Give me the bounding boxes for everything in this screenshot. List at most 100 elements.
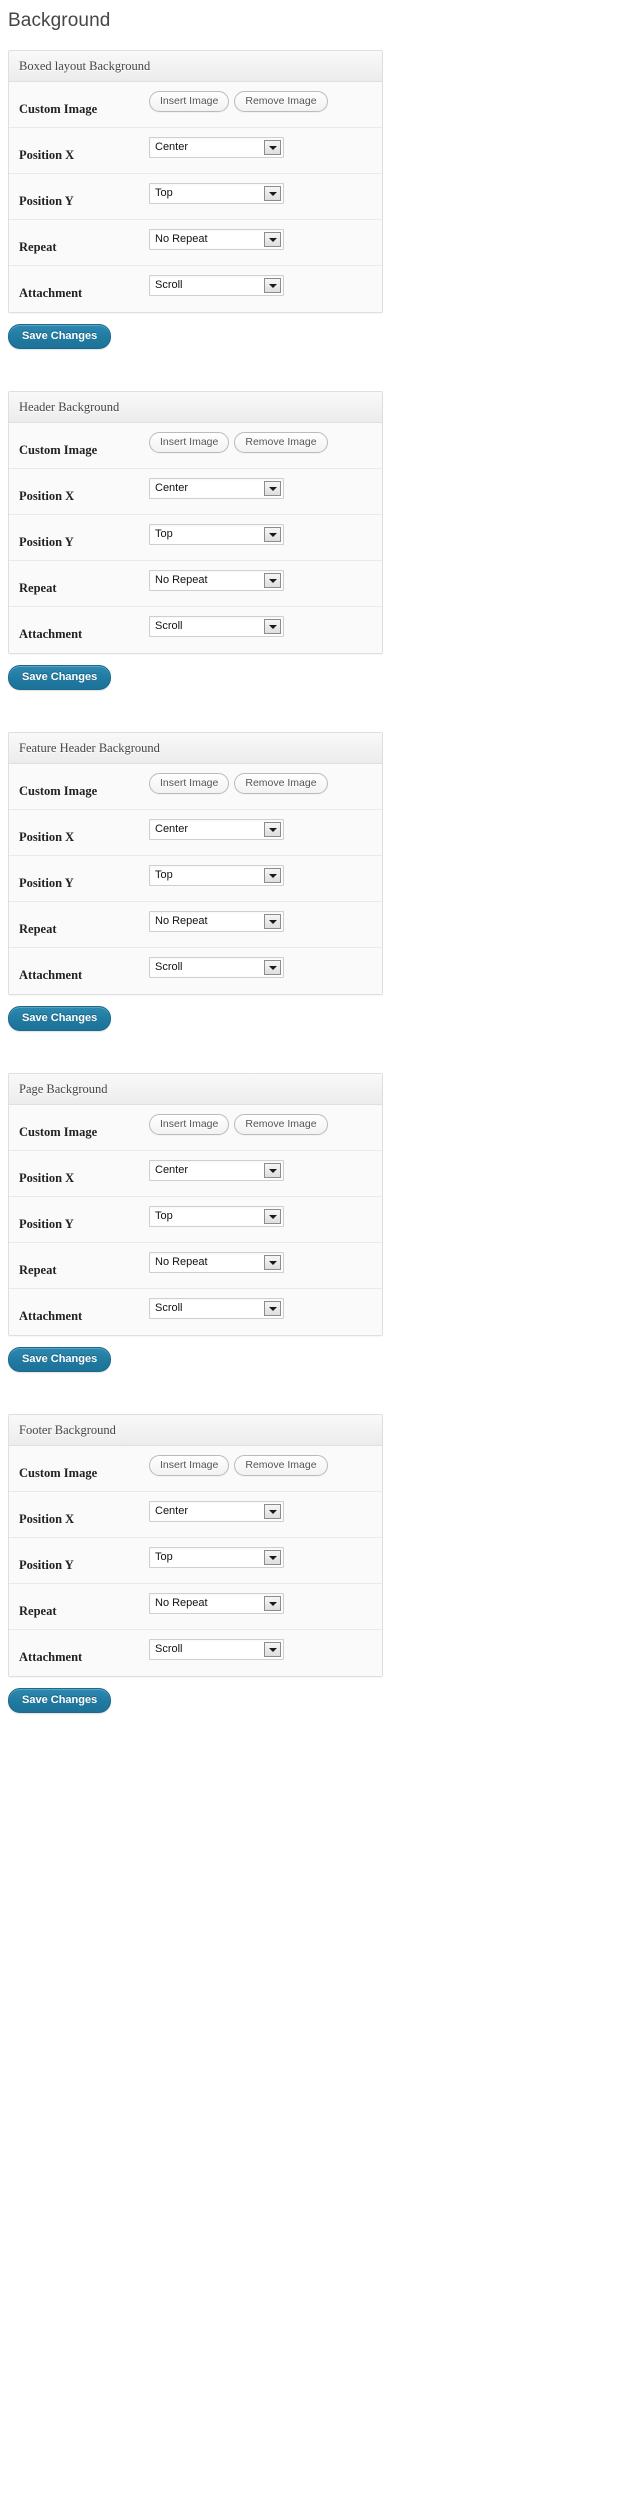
position-y-select[interactable]: Top <box>149 1206 284 1227</box>
chevron-down-icon[interactable] <box>264 186 281 201</box>
settings-panel: Footer Background Custom Image Insert Im… <box>8 1414 383 1677</box>
position-y-select[interactable]: Top <box>149 865 284 886</box>
select-value: No Repeat <box>155 233 208 245</box>
position-x-select[interactable]: Center <box>149 1501 284 1522</box>
select-value: Scroll <box>155 961 183 973</box>
attachment-select[interactable]: Scroll <box>149 957 284 978</box>
panel-header: Footer Background <box>9 1415 382 1446</box>
row-attachment: Attachment Scroll <box>9 607 382 653</box>
row-field: Scroll <box>149 607 382 647</box>
chevron-down-icon[interactable] <box>264 232 281 247</box>
row-field: Top <box>149 1197 382 1237</box>
row-attachment: Attachment Scroll <box>9 948 382 994</box>
attachment-select[interactable]: Scroll <box>149 275 284 296</box>
select-value: No Repeat <box>155 915 208 927</box>
remove-image-button[interactable]: Remove Image <box>234 432 328 453</box>
row-field: Center <box>149 469 382 509</box>
repeat-select[interactable]: No Repeat <box>149 570 284 591</box>
row-field: Insert Image Remove Image <box>149 764 382 804</box>
row-field: Insert Image Remove Image <box>149 423 382 463</box>
settings-panel: Page Background Custom Image Insert Imag… <box>8 1073 383 1336</box>
row-label: Position X <box>19 1512 75 1526</box>
position-y-select[interactable]: Top <box>149 1547 284 1568</box>
row-label: Attachment <box>19 627 83 641</box>
insert-image-button[interactable]: Insert Image <box>149 1455 230 1476</box>
repeat-select[interactable]: No Repeat <box>149 1593 284 1614</box>
chevron-down-icon[interactable] <box>264 619 281 634</box>
row-label: Custom Image <box>19 784 98 798</box>
select-value: No Repeat <box>155 1597 208 1609</box>
row-repeat: Repeat No Repeat <box>9 902 382 948</box>
chevron-down-icon[interactable] <box>264 573 281 588</box>
row-position-y: Position Y Top <box>9 1197 382 1243</box>
position-x-select[interactable]: Center <box>149 819 284 840</box>
select-value: Top <box>155 1551 173 1563</box>
panel-header: Boxed layout Background <box>9 51 382 82</box>
row-custom-image: Custom Image Insert Image Remove Image <box>9 423 382 469</box>
settings-panel: Feature Header Background Custom Image I… <box>8 732 383 995</box>
attachment-select[interactable]: Scroll <box>149 616 284 637</box>
insert-image-button[interactable]: Insert Image <box>149 1114 230 1135</box>
row-label: Repeat <box>19 922 57 936</box>
select-value: Scroll <box>155 1302 183 1314</box>
repeat-select[interactable]: No Repeat <box>149 1252 284 1273</box>
chevron-down-icon[interactable] <box>264 1209 281 1224</box>
chevron-down-icon[interactable] <box>264 527 281 542</box>
row-label: Position Y <box>19 194 74 208</box>
save-changes-button[interactable]: Save Changes <box>8 1347 112 1372</box>
remove-image-button[interactable]: Remove Image <box>234 1114 328 1135</box>
repeat-select[interactable]: No Repeat <box>149 911 284 932</box>
insert-image-button[interactable]: Insert Image <box>149 432 230 453</box>
chevron-down-icon[interactable] <box>264 1255 281 1270</box>
remove-image-button[interactable]: Remove Image <box>234 773 328 794</box>
row-position-y: Position Y Top <box>9 174 382 220</box>
chevron-down-icon[interactable] <box>264 1550 281 1565</box>
insert-image-button[interactable]: Insert Image <box>149 91 230 112</box>
attachment-select[interactable]: Scroll <box>149 1298 284 1319</box>
position-x-select[interactable]: Center <box>149 1160 284 1181</box>
row-field: No Repeat <box>149 220 382 260</box>
row-label: Attachment <box>19 286 83 300</box>
remove-image-button[interactable]: Remove Image <box>234 1455 328 1476</box>
chevron-down-icon[interactable] <box>264 140 281 155</box>
panel-header: Header Background <box>9 392 382 423</box>
chevron-down-icon[interactable] <box>264 822 281 837</box>
row-attachment: Attachment Scroll <box>9 1289 382 1335</box>
chevron-down-icon[interactable] <box>264 960 281 975</box>
chevron-down-icon[interactable] <box>264 1596 281 1611</box>
chevron-down-icon[interactable] <box>264 914 281 929</box>
row-label: Position Y <box>19 876 74 890</box>
save-changes-button[interactable]: Save Changes <box>8 665 112 690</box>
row-field: Top <box>149 515 382 555</box>
row-custom-image: Custom Image Insert Image Remove Image <box>9 764 382 810</box>
save-changes-button[interactable]: Save Changes <box>8 1688 112 1713</box>
select-value: Center <box>155 1164 189 1176</box>
position-x-select[interactable]: Center <box>149 137 284 158</box>
remove-image-button[interactable]: Remove Image <box>234 91 328 112</box>
panel-header: Feature Header Background <box>9 733 382 764</box>
chevron-down-icon[interactable] <box>264 1301 281 1316</box>
save-changes-button[interactable]: Save Changes <box>8 1006 112 1031</box>
settings-panel: Header Background Custom Image Insert Im… <box>8 391 383 654</box>
attachment-select[interactable]: Scroll <box>149 1639 284 1660</box>
position-y-select[interactable]: Top <box>149 183 284 204</box>
select-value: Top <box>155 187 173 199</box>
position-x-select[interactable]: Center <box>149 478 284 499</box>
chevron-down-icon[interactable] <box>264 278 281 293</box>
chevron-down-icon[interactable] <box>264 1504 281 1519</box>
row-custom-image: Custom Image Insert Image Remove Image <box>9 1105 382 1151</box>
chevron-down-icon[interactable] <box>264 481 281 496</box>
chevron-down-icon[interactable] <box>264 1642 281 1657</box>
row-field: Center <box>149 810 382 850</box>
position-y-select[interactable]: Top <box>149 524 284 545</box>
chevron-down-icon[interactable] <box>264 1163 281 1178</box>
chevron-down-icon[interactable] <box>264 868 281 883</box>
insert-image-button[interactable]: Insert Image <box>149 773 230 794</box>
save-changes-button[interactable]: Save Changes <box>8 324 112 349</box>
row-custom-image: Custom Image Insert Image Remove Image <box>9 1446 382 1492</box>
row-field: Top <box>149 1538 382 1578</box>
repeat-select[interactable]: No Repeat <box>149 229 284 250</box>
